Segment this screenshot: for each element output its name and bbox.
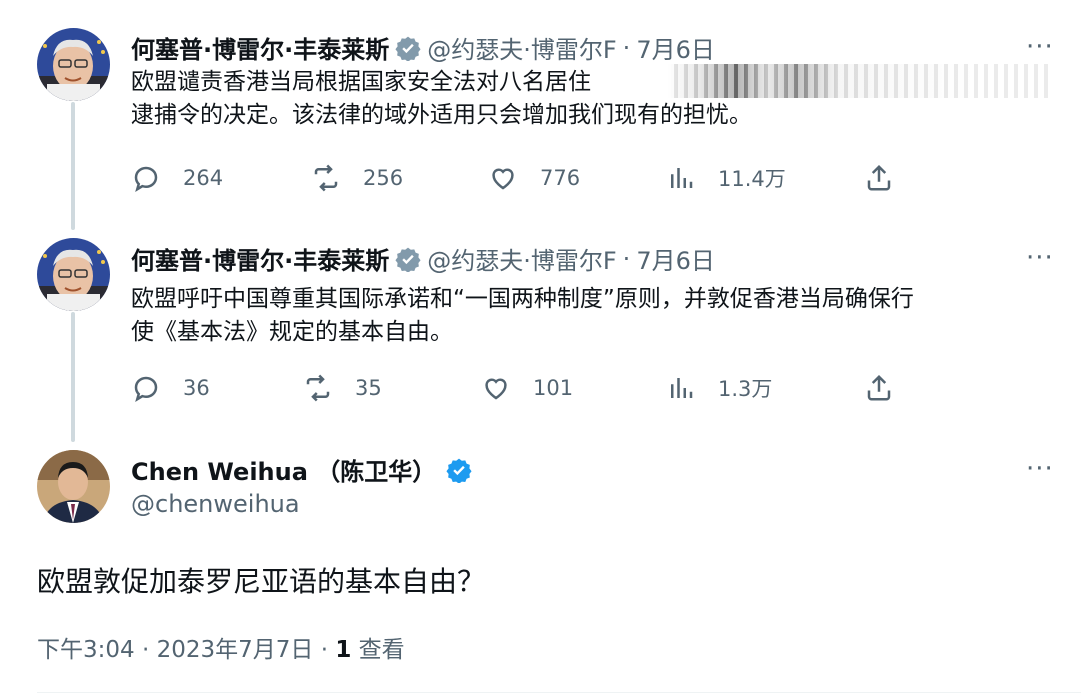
tweet-timestamp[interactable]: 下午3:04 · 2023年7月7日 · [37,637,335,663]
repost-button[interactable]: 35 [303,373,382,403]
tweet-header: 何塞普·博雷尔·丰泰莱斯 @约瑟夫·博雷尔F · 7月6日 [131,241,715,276]
reply-button[interactable]: 36 [131,373,210,403]
verified-gray-icon [395,35,421,61]
tweet-text-line: 逮捕令的决定。该法律的域外适用只会增加我们现有的担忧。 [131,102,752,128]
views-count: 1 [335,637,352,663]
thread-connector [71,102,75,230]
main-author: Chen Weihua （陈卫华） [131,452,478,487]
repost-count: 35 [355,376,382,400]
author-handle[interactable]: @约瑟夫·博雷尔F [427,241,616,276]
redaction-blur [668,64,1048,98]
share-icon [867,374,891,401]
verified-gray-icon [395,246,421,272]
verified-blue-icon [446,457,472,483]
main-tweet-text: 欧盟敦促加泰罗尼亚语的基本自由？ [37,565,486,598]
avatar[interactable] [37,238,110,311]
tweet-date[interactable]: 7月6日 [636,30,715,65]
thread-connector [71,312,75,442]
author-name[interactable]: 何塞普·博雷尔·丰泰莱斯 [131,30,389,65]
views-button[interactable]: 1.3万 [666,373,772,403]
tweet-meta: 下午3:04 · 2023年7月7日 · 1 查看 [37,630,405,664]
tweet-date[interactable]: 7月6日 [636,241,715,276]
views-chart-icon [671,378,693,398]
reply-count: 36 [183,376,210,400]
tweet-actions: 264 256 776 11.4万 [131,163,911,197]
more-options-icon[interactable]: ··· [1026,245,1054,271]
heart-icon [485,378,507,400]
views-button[interactable]: 11.4万 [666,163,786,193]
reply-count: 264 [183,166,224,190]
tweet-text-line: 欧盟呼吁中国尊重其国际承诺和“一国两种制度”原则，并敦促香港当局确保行 [131,286,914,312]
tweet-text: 欧盟呼吁中国尊重其国际承诺和“一国两种制度”原则，并敦促香港当局确保行 使《基本… [131,283,1051,349]
view-count: 11.4万 [718,167,786,191]
views-label: 查看 [351,637,405,663]
views-chart-icon [671,168,693,188]
reply-button[interactable]: 264 [131,163,223,193]
author-handle[interactable]: @约瑟夫·博雷尔F [427,30,616,65]
like-count: 101 [533,376,574,400]
repost-count: 256 [363,166,404,190]
reply-icon [134,376,158,402]
share-button[interactable] [864,163,894,193]
avatar[interactable] [37,450,110,523]
like-button[interactable]: 101 [481,373,573,403]
like-count: 776 [540,166,581,190]
repost-button[interactable]: 256 [311,163,403,193]
separator-dot: · [622,244,631,273]
tweet-text-line: 使《基本法》规定的基本自由。 [131,319,453,345]
tweet-actions: 36 35 101 1.3万 [131,373,911,407]
share-icon [867,164,891,191]
tweet-header: 何塞普·博雷尔·丰泰莱斯 @约瑟夫·博雷尔F · 7月6日 [131,30,715,65]
author-handle[interactable]: @chenweihua [131,490,300,518]
reply-icon [134,166,158,192]
avatar[interactable] [37,28,110,101]
like-button[interactable]: 776 [488,163,580,193]
heart-icon [492,168,514,190]
share-button[interactable] [864,373,894,403]
repost-icon [314,164,338,192]
author-name[interactable]: Chen Weihua （陈卫华） [131,452,436,487]
separator-dot: · [622,33,631,62]
view-count: 1.3万 [718,377,773,401]
divider [37,692,1081,693]
more-options-icon[interactable]: ··· [1026,34,1054,60]
repost-icon [306,374,330,402]
author-name[interactable]: 何塞普·博雷尔·丰泰莱斯 [131,241,389,276]
more-options-icon[interactable]: ··· [1026,456,1054,482]
